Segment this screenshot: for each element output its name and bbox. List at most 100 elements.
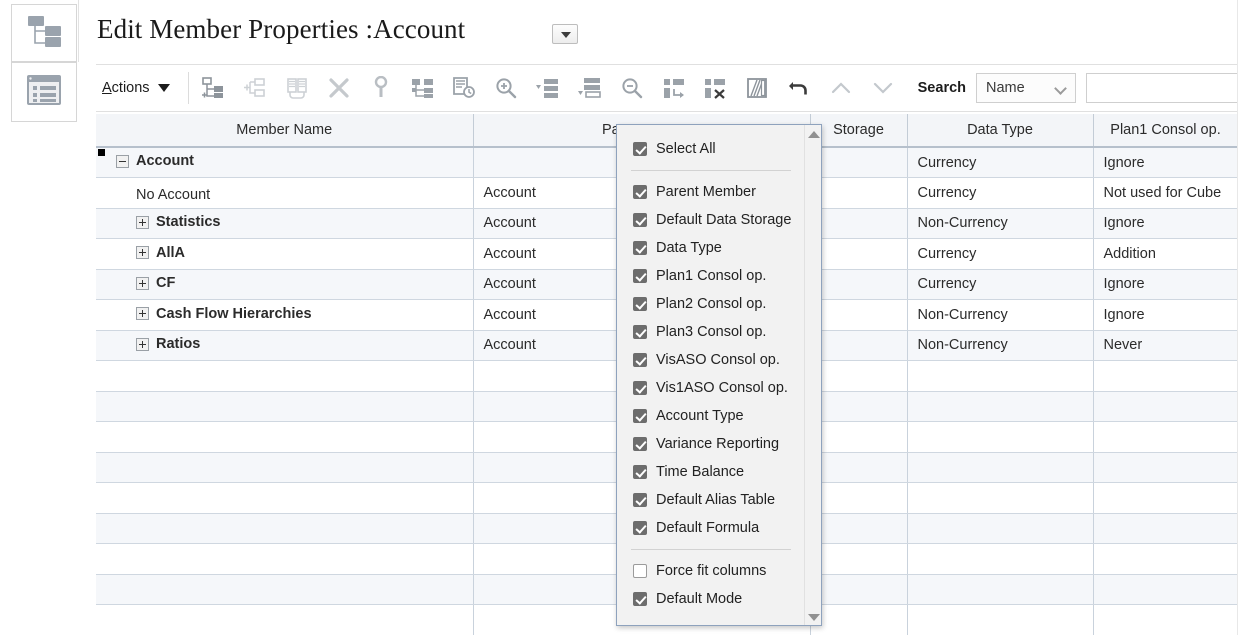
cell-member_name[interactable]: Ratios [96, 330, 474, 361]
column-chooser-item[interactable]: Account Type [617, 402, 805, 430]
cell-member_name[interactable] [96, 391, 474, 422]
cell-member_name[interactable] [96, 452, 474, 483]
assign-access-button[interactable] [360, 65, 402, 111]
cell-data_type[interactable] [907, 482, 1094, 514]
column-chooser-item[interactable]: Vis1ASO Consol op. [617, 374, 805, 402]
cell-member_name[interactable] [96, 360, 474, 392]
cell-plan1_consol[interactable] [1093, 513, 1238, 544]
cell-data_type[interactable] [907, 391, 1094, 422]
cell-data_type[interactable]: Non-Currency [907, 330, 1094, 361]
page-title-dropdown-button[interactable] [552, 24, 578, 44]
zoom-in-button[interactable] [485, 65, 527, 111]
column-header-plan1_consol[interactable]: Plan1 Consol op. [1093, 114, 1238, 148]
cell-plan1_consol[interactable]: Not used for Cube [1093, 177, 1238, 209]
collapse-level-button[interactable] [569, 65, 611, 111]
grid-properties-button[interactable] [736, 65, 778, 111]
cell-storage[interactable] [810, 574, 908, 605]
move-up-button[interactable] [820, 65, 862, 111]
cell-member_name[interactable]: CF [96, 269, 474, 300]
delete-member-button[interactable] [318, 65, 360, 111]
actions-menu-button[interactable]: Actions [96, 65, 184, 111]
cell-plan1_consol[interactable]: Ignore [1093, 299, 1238, 331]
checkbox-checked-icon[interactable] [633, 241, 647, 255]
cell-data_type[interactable]: Currency [907, 238, 1094, 270]
cell-member_name[interactable] [96, 543, 474, 575]
triangle-down-icon[interactable] [808, 614, 820, 621]
cell-member_name[interactable]: Statistics [96, 208, 474, 239]
cell-plan1_consol[interactable] [1093, 604, 1238, 635]
column-chooser-item[interactable]: Force fit columns [617, 557, 805, 585]
cell-plan1_consol[interactable] [1093, 543, 1238, 575]
cell-storage[interactable] [810, 421, 908, 453]
search-field-select[interactable]: Name [976, 73, 1077, 103]
delete-column-button[interactable] [695, 65, 737, 111]
column-chooser-item[interactable]: Plan2 Consol op. [617, 290, 805, 318]
checkbox-checked-icon[interactable] [633, 592, 647, 606]
checkbox-checked-icon[interactable] [633, 465, 647, 479]
undo-button[interactable] [778, 65, 820, 111]
cell-member_name[interactable]: Cash Flow Hierarchies [96, 299, 474, 331]
cell-member_name[interactable] [96, 574, 474, 605]
column-chooser-item[interactable]: Select All [617, 135, 805, 163]
expand-node-icon[interactable] [136, 307, 149, 320]
cell-member_name[interactable] [96, 482, 474, 514]
column-chooser-item[interactable]: Default Mode [617, 585, 805, 613]
checkbox-checked-icon[interactable] [633, 185, 647, 199]
edit-member-button[interactable] [276, 65, 318, 111]
cell-plan1_consol[interactable] [1093, 452, 1238, 483]
cell-member_name[interactable]: No Account [96, 177, 474, 209]
cell-data_type[interactable] [907, 513, 1094, 544]
cell-storage[interactable] [810, 604, 908, 635]
search-input[interactable] [1086, 73, 1238, 103]
expand-node-icon[interactable] [136, 246, 149, 259]
rail-item-dimension-hierarchy[interactable] [11, 4, 77, 62]
column-chooser-item[interactable]: Time Balance [617, 458, 805, 486]
cell-data_type[interactable] [907, 574, 1094, 605]
column-header-storage[interactable]: Storage [810, 114, 908, 148]
cell-storage[interactable] [810, 391, 908, 422]
add-child-button[interactable] [193, 65, 235, 111]
cell-data_type[interactable]: Non-Currency [907, 208, 1094, 239]
cell-member_name[interactable] [96, 604, 474, 635]
cell-plan1_consol[interactable]: Addition [1093, 238, 1238, 270]
cell-storage[interactable] [810, 299, 908, 331]
expand-level-button[interactable] [527, 65, 569, 111]
cell-plan1_consol[interactable]: Never [1093, 330, 1238, 361]
column-header-member_name[interactable]: Member Name [96, 114, 474, 148]
cell-storage[interactable] [810, 543, 908, 575]
cell-plan1_consol[interactable]: Ignore [1093, 269, 1238, 300]
cell-plan1_consol[interactable]: Ignore [1093, 208, 1238, 239]
zoom-out-button[interactable] [611, 65, 653, 111]
checkbox-checked-icon[interactable] [633, 521, 647, 535]
cell-plan1_consol[interactable] [1093, 360, 1238, 392]
cell-storage[interactable] [810, 452, 908, 483]
column-chooser-item[interactable]: Parent Member [617, 178, 805, 206]
checkbox-checked-icon[interactable] [633, 409, 647, 423]
column-chooser-item[interactable]: VisASO Consol op. [617, 346, 805, 374]
cell-storage[interactable] [810, 482, 908, 514]
expand-node-icon[interactable] [136, 276, 149, 290]
cell-data_type[interactable]: Currency [907, 147, 1094, 178]
insert-column-button[interactable] [653, 65, 695, 111]
move-down-button[interactable] [862, 65, 904, 111]
cell-member_name[interactable]: AllA [96, 238, 474, 270]
checkbox-unchecked-icon[interactable] [633, 564, 647, 578]
cell-data_type[interactable] [907, 360, 1094, 392]
column-header-data_type[interactable]: Data Type [907, 114, 1094, 148]
cell-member_name[interactable] [96, 421, 474, 453]
checkbox-checked-icon[interactable] [633, 297, 647, 311]
column-chooser-item[interactable]: Default Formula [617, 514, 805, 542]
cell-plan1_consol[interactable] [1093, 574, 1238, 605]
cell-storage[interactable] [810, 208, 908, 239]
cell-data_type[interactable] [907, 604, 1094, 635]
checkbox-checked-icon[interactable] [633, 353, 647, 367]
cell-member_name[interactable] [96, 513, 474, 544]
cell-data_type[interactable] [907, 452, 1094, 483]
checkbox-checked-icon[interactable] [633, 142, 647, 156]
cell-data_type[interactable]: Currency [907, 177, 1094, 209]
column-chooser-item[interactable]: Default Data Storage [617, 206, 805, 234]
cell-plan1_consol[interactable] [1093, 391, 1238, 422]
expand-node-icon[interactable] [136, 215, 149, 229]
cell-plan1_consol[interactable] [1093, 421, 1238, 453]
collapse-node-icon[interactable] [116, 154, 129, 168]
